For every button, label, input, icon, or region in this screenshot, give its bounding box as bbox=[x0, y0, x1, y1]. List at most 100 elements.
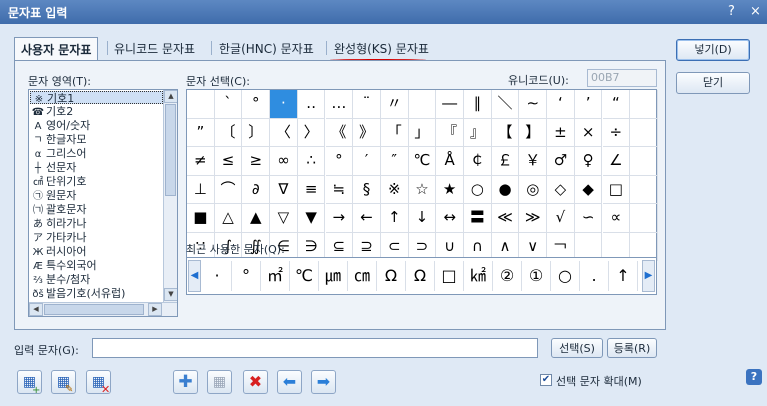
symbol-cell[interactable]: ∝ bbox=[602, 204, 631, 233]
symbol-cell[interactable]: 」 bbox=[408, 118, 437, 147]
select-button[interactable]: 선택(S) bbox=[551, 338, 603, 358]
symbol-cell[interactable]: 『 bbox=[436, 118, 464, 147]
symbol-cell[interactable]: ⌒ bbox=[214, 175, 243, 204]
category-item[interactable]: ㄱ 한글자모 bbox=[30, 133, 163, 146]
symbol-cell[interactable]: ￡ bbox=[491, 147, 520, 176]
symbol-cell[interactable]: × bbox=[574, 118, 603, 147]
tab-ks-charset[interactable]: 완성형(KS) 문자표 bbox=[328, 37, 435, 59]
symbol-cell[interactable]: 【 bbox=[491, 118, 520, 147]
symbol-cell[interactable]: ∥ bbox=[464, 90, 492, 119]
symbol-cell[interactable]: 《 bbox=[325, 118, 354, 147]
category-item[interactable]: あ 히라가나 bbox=[30, 217, 163, 230]
symbol-cell[interactable] bbox=[630, 175, 658, 204]
symbol-cell[interactable]: ° bbox=[242, 90, 271, 119]
insert-button[interactable]: 넣기(D) bbox=[676, 39, 750, 61]
symbol-cell[interactable]: 〕 bbox=[242, 118, 271, 147]
close-button[interactable]: 닫기 bbox=[676, 72, 750, 94]
symbol-cell[interactable]: ★ bbox=[436, 175, 464, 204]
recent-char[interactable]: □ bbox=[435, 261, 464, 291]
symbol-cell[interactable]: ○ bbox=[464, 175, 492, 204]
list-horizontal-scrollbar[interactable]: ◀ ▶ bbox=[29, 302, 177, 316]
recent-char[interactable]: ℃ bbox=[290, 261, 319, 291]
symbol-cell[interactable]: 〈 bbox=[270, 118, 298, 147]
symbol-cell[interactable]: ± bbox=[547, 118, 575, 147]
symbol-cell[interactable]: ― bbox=[436, 90, 464, 119]
recent-char[interactable]: ㎢ bbox=[464, 261, 493, 291]
symbol-cell[interactable]: ♂ bbox=[547, 147, 575, 176]
category-item[interactable]: ㎠ 단위기호 bbox=[30, 175, 163, 188]
symbol-cell[interactable]: ◎ bbox=[519, 175, 548, 204]
recent-char[interactable]: ㎛ bbox=[319, 261, 348, 291]
insert-char-icon[interactable]: ▦ bbox=[207, 370, 232, 394]
recent-char[interactable]: . bbox=[580, 261, 609, 291]
recent-char[interactable]: ° bbox=[232, 261, 261, 291]
symbol-cell[interactable]: 〉 bbox=[297, 118, 326, 147]
move-left-icon[interactable]: ⬅ bbox=[277, 370, 302, 394]
symbol-cell[interactable]: Å bbox=[436, 147, 464, 176]
symbol-cell[interactable] bbox=[187, 90, 215, 119]
category-item[interactable]: Æ 특수외국어 bbox=[30, 259, 163, 272]
symbol-cell[interactable]: ● bbox=[491, 175, 520, 204]
symbol-cell[interactable]: ∂ bbox=[242, 175, 271, 204]
symbol-cell[interactable] bbox=[630, 90, 658, 119]
symbol-cell[interactable]: ※ bbox=[380, 175, 409, 204]
symbol-cell[interactable]: ÷ bbox=[602, 118, 631, 147]
symbol-cell[interactable]: ← bbox=[353, 204, 381, 233]
category-item[interactable]: ┼ 선문자 bbox=[30, 161, 163, 174]
symbol-cell[interactable]: ￥ bbox=[519, 147, 548, 176]
tab-unicode-charset[interactable]: 유니코드 문자표 bbox=[108, 37, 201, 59]
recent-char[interactable]: ② bbox=[493, 261, 522, 291]
symbol-cell[interactable]: … bbox=[325, 90, 354, 119]
symbol-cell[interactable]: ‥ bbox=[297, 90, 326, 119]
symbol-cell[interactable]: ˋ bbox=[214, 90, 243, 119]
symbol-cell[interactable]: ″ bbox=[380, 147, 409, 176]
edit-charset-icon[interactable]: ▦ ✎ bbox=[51, 370, 76, 395]
category-item[interactable]: ㉠ 원문자 bbox=[30, 189, 163, 202]
category-item[interactable]: ㈀ 괄호문자 bbox=[30, 203, 163, 216]
scroll-left-arrow-icon[interactable]: ◀ bbox=[29, 303, 43, 316]
symbol-cell[interactable]: ° bbox=[325, 147, 354, 176]
symbol-cell[interactable]: ℃ bbox=[408, 147, 437, 176]
symbol-cell[interactable]: ∞ bbox=[270, 147, 298, 176]
symbol-cell[interactable]: § bbox=[353, 175, 381, 204]
symbol-cell[interactable]: ∽ bbox=[574, 204, 603, 233]
symbol-cell[interactable]: ∴ bbox=[297, 147, 326, 176]
symbol-cell[interactable] bbox=[630, 118, 658, 147]
category-item[interactable]: ☎ 기호2 bbox=[30, 105, 163, 118]
symbol-cell[interactable]: ≒ bbox=[325, 175, 354, 204]
symbol-cell[interactable]: ≠ bbox=[187, 147, 215, 176]
recent-scroll-left-icon[interactable]: ◀ bbox=[188, 260, 201, 292]
symbol-cell[interactable]: ▲ bbox=[242, 204, 271, 233]
symbol-cell[interactable]: ￠ bbox=[464, 147, 492, 176]
recent-char[interactable]: ㎡ bbox=[261, 261, 290, 291]
category-item[interactable]: ア 가타카나 bbox=[30, 231, 163, 244]
category-item[interactable]: ðš 발음기호(서유럽) bbox=[30, 287, 163, 300]
symbol-cell[interactable]: ≫ bbox=[519, 204, 548, 233]
category-item[interactable]: A 영어/숫자 bbox=[30, 119, 163, 132]
tab-hnc-charset[interactable]: 한글(HNC) 문자표 bbox=[213, 37, 320, 59]
list-vertical-scrollbar[interactable]: ▲ ▼ bbox=[163, 90, 177, 302]
symbol-cell[interactable]: “ bbox=[602, 90, 631, 119]
category-item[interactable]: ※ 기호1 bbox=[30, 91, 163, 105]
recent-char[interactable]: · bbox=[203, 261, 232, 291]
register-button[interactable]: 등록(R) bbox=[607, 338, 657, 358]
symbol-grid[interactable]: ˋ°·‥…¨〃­―∥＼∼‘’“”〔〕〈〉《》「」『』【】±×÷≠≤≥∞∴°′″℃… bbox=[186, 89, 658, 261]
symbol-cell[interactable]: ‘ bbox=[547, 90, 575, 119]
symbol-cell[interactable]: ≤ bbox=[214, 147, 243, 176]
symbol-cell[interactable]: ＼ bbox=[491, 90, 520, 119]
symbol-cell[interactable]: □ bbox=[602, 175, 631, 204]
symbol-cell[interactable]: ≪ bbox=[491, 204, 520, 233]
symbol-cell[interactable]: ∼ bbox=[519, 90, 548, 119]
scroll-thumb[interactable] bbox=[165, 104, 176, 196]
symbol-cell[interactable]: ≡ bbox=[297, 175, 326, 204]
recent-char[interactable]: Ω bbox=[406, 261, 435, 291]
delete-charset-icon[interactable]: ▦ ✕ bbox=[86, 370, 111, 396]
symbol-cell[interactable]: ↔ bbox=[436, 204, 464, 233]
symbol-cell[interactable]: 〓 bbox=[464, 204, 492, 233]
symbol-cell[interactable]: ≥ bbox=[242, 147, 271, 176]
close-window-button[interactable]: × bbox=[750, 4, 761, 19]
symbol-cell[interactable]: ◇ bbox=[547, 175, 575, 204]
scroll-right-arrow-icon[interactable]: ▶ bbox=[148, 303, 162, 316]
unicode-field[interactable]: 00B7 bbox=[587, 69, 657, 87]
category-item[interactable]: α 그리스어 bbox=[30, 147, 163, 160]
